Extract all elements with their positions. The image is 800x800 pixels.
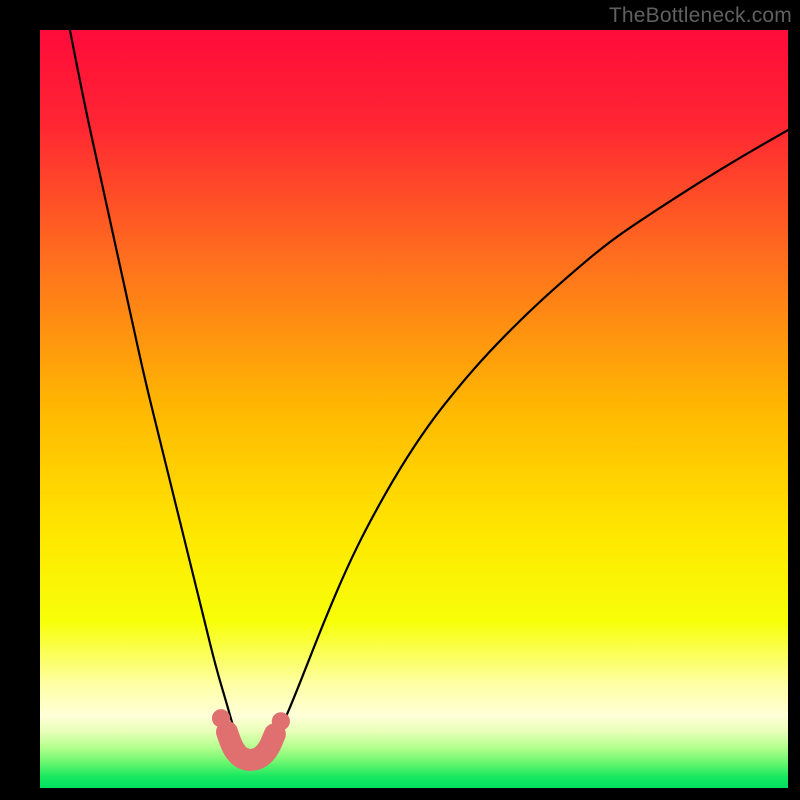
- plot-area: [40, 30, 788, 788]
- valley-dot: [264, 730, 282, 748]
- watermark-text: TheBottleneck.com: [609, 4, 792, 28]
- chart-svg: [40, 30, 788, 788]
- outer-frame: TheBottleneck.com: [0, 0, 800, 800]
- valley-dot: [272, 712, 290, 730]
- valley-dot: [212, 709, 230, 727]
- valley-dot: [227, 741, 245, 759]
